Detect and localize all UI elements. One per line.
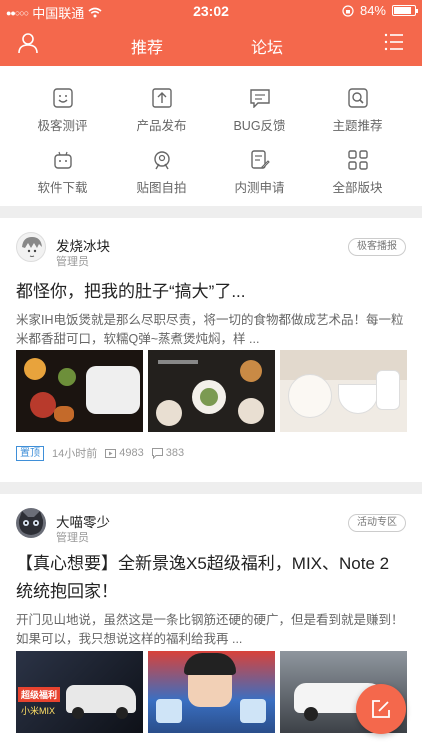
- person-photo-icon: [153, 151, 170, 170]
- views-count: 4983: [119, 447, 144, 459]
- category-geek-review[interactable]: 极客测评: [10, 88, 115, 148]
- app-header: ●●○○○ 中国联通 23:02 84% 推荐 论坛: [0, 0, 422, 66]
- category-label: 产品发布: [136, 119, 187, 133]
- battery-icon: [392, 5, 418, 16]
- top-nav: 推荐 论坛: [0, 22, 422, 66]
- category-label: 软件下载: [37, 181, 88, 195]
- category-label: 全部版块: [332, 181, 383, 195]
- post-board-tag[interactable]: 活动专区: [348, 514, 406, 532]
- post-username[interactable]: 发烧冰块: [56, 235, 110, 255]
- post-thumbnail[interactable]: [16, 350, 143, 432]
- comments-count: 383: [165, 447, 185, 459]
- post-title[interactable]: 【真心想要】全新景逸X5超级福利，MIX、Note 2统统抱回家！: [16, 550, 406, 606]
- smiley-box-icon: [52, 88, 73, 108]
- tab-forum[interactable]: 论坛: [251, 34, 283, 58]
- category-label: 主题推荐: [332, 119, 383, 133]
- post-card[interactable]: 发烧冰块 管理员 极客播报 都怪你，把我的肚子“搞大”了... 米家IH电饭煲就…: [0, 218, 422, 482]
- tab-recommend[interactable]: 推荐: [131, 34, 163, 58]
- category-grid: 极客测评 产品发布 BUG反馈 主题推荐 软件下载 贴图自拍 内测申请 全部版块: [0, 66, 422, 206]
- post-board-tag[interactable]: 极客播报: [348, 238, 406, 256]
- category-software-download[interactable]: 软件下载: [10, 150, 115, 210]
- edit-icon: [372, 700, 390, 718]
- pinned-badge: 置顶: [16, 445, 44, 461]
- post-thumbnails: [16, 350, 407, 432]
- category-label: 贴图自拍: [136, 181, 187, 195]
- message-box-icon: [249, 89, 270, 108]
- edit-document-icon: [250, 150, 270, 169]
- category-label: 极客测评: [37, 119, 88, 133]
- post-thumbnail[interactable]: [148, 350, 275, 432]
- post-username[interactable]: 大喵零少: [56, 511, 110, 531]
- menu-list-icon[interactable]: [384, 32, 404, 52]
- post-thumbnail[interactable]: [280, 350, 407, 432]
- avatar[interactable]: [16, 232, 46, 262]
- search-box-icon: [347, 88, 368, 108]
- category-label: 内测申请: [234, 181, 285, 195]
- battery-percent: 84%: [359, 3, 386, 18]
- cat-avatar-icon: [18, 511, 44, 535]
- category-bug-feedback[interactable]: BUG反馈: [207, 88, 312, 148]
- category-label: BUG反馈: [233, 119, 286, 133]
- post-meta: 置顶 14小时前 4983 383: [16, 445, 184, 461]
- upload-box-icon: [151, 88, 172, 108]
- post-summary: 开门见山地说，虽然这是一条比钢筋还硬的硬广，但是看到就是赚到！如果可以，我只想说…: [16, 613, 404, 646]
- thumb-caption: 超级福利: [18, 687, 61, 702]
- user-icon[interactable]: [16, 31, 40, 55]
- thumb-caption-secondary: 小米MIX: [21, 706, 56, 716]
- post-thumbnails: 超级福利 小米MIX: [16, 651, 407, 733]
- compose-button[interactable]: [356, 684, 406, 734]
- avatar[interactable]: [16, 508, 46, 538]
- comment-icon: [151, 447, 163, 459]
- anime-avatar-icon: [22, 237, 42, 257]
- grid-icon: [347, 150, 368, 170]
- post-thumbnail[interactable]: [148, 651, 275, 733]
- category-photo-selfie[interactable]: 贴图自拍: [109, 150, 214, 210]
- category-all-boards[interactable]: 全部版块: [305, 150, 410, 210]
- views-icon: [105, 448, 117, 458]
- post-thumbnail[interactable]: 超级福利 小米MIX: [16, 651, 143, 733]
- post-user-role: 管理员: [56, 256, 89, 268]
- category-topic-recommend[interactable]: 主题推荐: [305, 88, 410, 148]
- post-title[interactable]: 都怪你，把我的肚子“搞大”了...: [16, 278, 406, 306]
- post-time: 14小时前: [52, 448, 98, 460]
- robot-icon: [53, 151, 72, 169]
- status-bar: ●●○○○ 中国联通 23:02 84%: [0, 0, 422, 22]
- category-product-release[interactable]: 产品发布: [109, 88, 214, 148]
- category-beta-apply[interactable]: 内测申请: [207, 150, 312, 210]
- post-summary: 米家IH电饭煲就是那么尽职尽责，将一切的食物都做成艺术品！每一粒米都香甜可口，软…: [16, 313, 404, 346]
- post-user-role: 管理员: [56, 532, 89, 544]
- rotation-lock-icon: [342, 4, 354, 17]
